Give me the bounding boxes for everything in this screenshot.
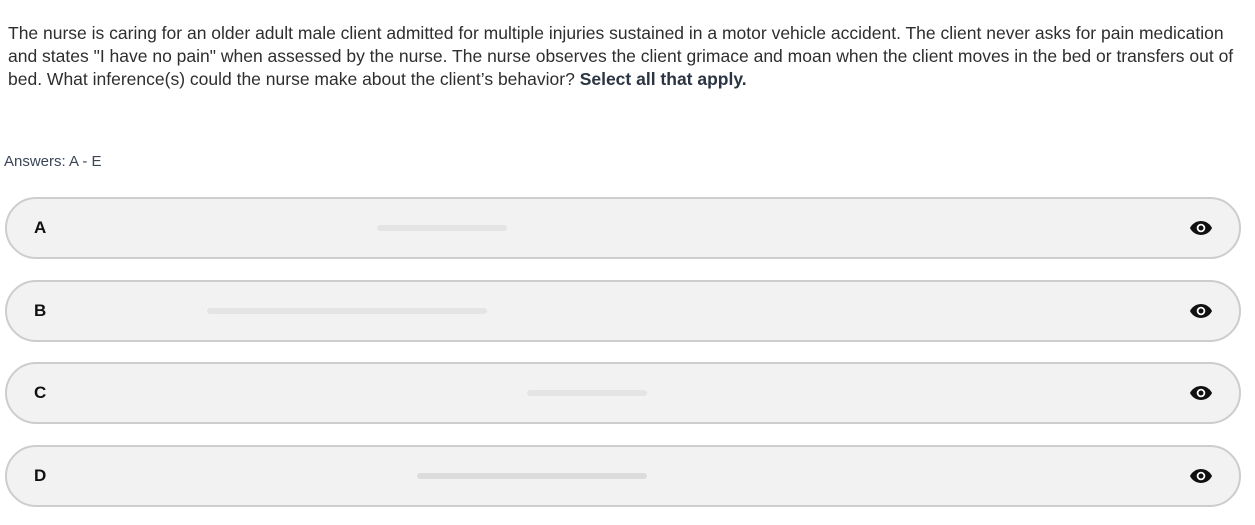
- eye-icon[interactable]: [1189, 464, 1213, 488]
- option-letter: A: [34, 218, 47, 237]
- obscured-answer-text: [527, 390, 647, 396]
- obscured-answer-text: [207, 308, 487, 314]
- question-instruction: Select all that apply.: [579, 69, 747, 89]
- eye-icon[interactable]: [1189, 381, 1213, 405]
- answers-label: Answers: A - E: [4, 153, 102, 170]
- obscured-answer-text: [417, 473, 647, 479]
- option-letter: D: [34, 466, 47, 485]
- option-letter: B: [34, 301, 47, 320]
- answer-option-a[interactable]: A: [5, 197, 1241, 259]
- eye-icon[interactable]: [1189, 216, 1213, 240]
- answer-option-c[interactable]: C: [5, 362, 1241, 424]
- question-text-block: The nurse is caring for an older adult m…: [8, 22, 1238, 91]
- obscured-answer-text: [377, 225, 507, 231]
- quiz-page: The nurse is caring for an older adult m…: [0, 0, 1255, 525]
- answer-option-b[interactable]: B: [5, 280, 1241, 342]
- eye-icon[interactable]: [1189, 299, 1213, 323]
- answer-option-d[interactable]: D: [5, 445, 1241, 507]
- option-letter: C: [34, 383, 47, 402]
